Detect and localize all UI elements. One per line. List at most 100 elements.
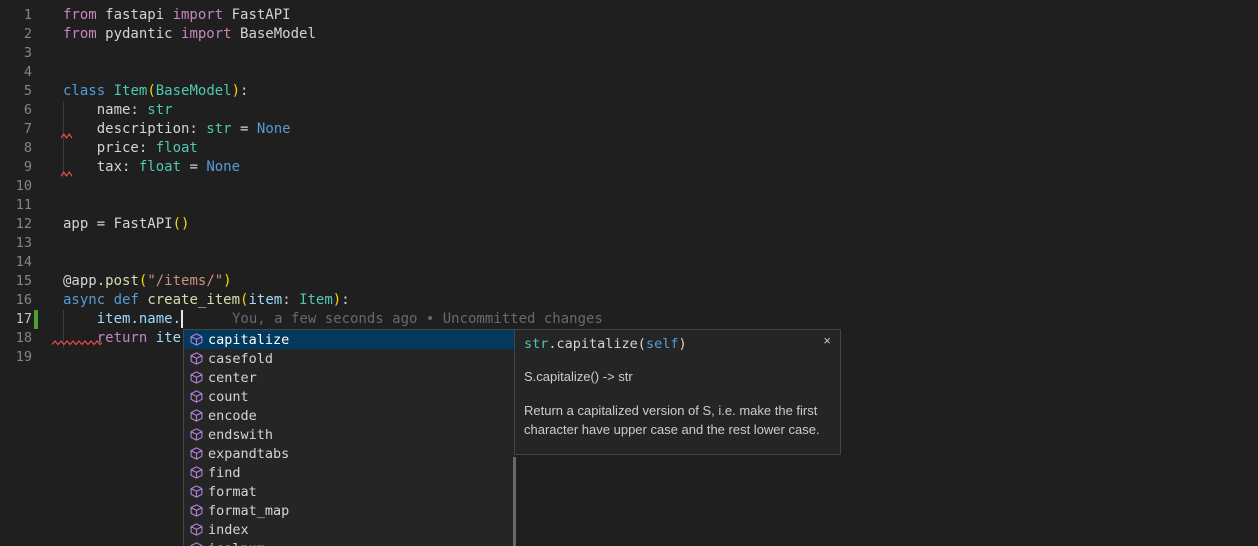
code-token: price: <box>63 140 156 156</box>
git-blame-annotation: You, a few seconds ago • Uncommitted cha… <box>232 310 603 329</box>
code-token <box>105 83 113 99</box>
docs-description: Return a capitalized version of S, i.e. … <box>524 401 831 439</box>
code-line[interactable]: @app.post("/items/") <box>63 272 232 291</box>
method-icon <box>190 466 203 479</box>
close-icon[interactable]: × <box>823 334 831 347</box>
code-line[interactable]: name: str <box>63 101 173 120</box>
code-token: description: <box>63 121 206 137</box>
code-token: ( <box>147 83 155 99</box>
code-token: ) <box>333 292 341 308</box>
line-number[interactable]: 1 <box>0 6 32 25</box>
code-line[interactable]: class Item(BaseModel): <box>63 82 248 101</box>
suggest-item-label: format_map <box>208 503 289 519</box>
method-icon <box>190 447 203 460</box>
error-squiggle <box>61 170 72 178</box>
suggest-item[interactable]: format <box>184 482 514 501</box>
signature-token: str <box>524 336 548 352</box>
suggest-item-label: capitalize <box>208 332 289 348</box>
line-number[interactable]: 19 <box>0 348 32 367</box>
code-token: : <box>240 83 248 99</box>
code-token: @app. <box>63 273 105 289</box>
suggest-item[interactable]: format_map <box>184 501 514 520</box>
line-number[interactable]: 11 <box>0 196 32 215</box>
code-token: item <box>97 311 131 327</box>
code-line[interactable]: tax: float = None <box>63 158 240 177</box>
suggest-item[interactable]: encode <box>184 406 514 425</box>
docs-header: str.capitalize(self) × <box>515 330 840 353</box>
suggest-item[interactable]: center <box>184 368 514 387</box>
code-line[interactable]: from fastapi import FastAPI <box>63 6 291 25</box>
suggest-scrollbar[interactable] <box>513 457 516 546</box>
line-number[interactable]: 5 <box>0 82 32 101</box>
line-number[interactable]: 4 <box>0 63 32 82</box>
code-token: float <box>139 159 181 175</box>
code-token: BaseModel <box>232 26 316 42</box>
code-token: None <box>257 121 291 137</box>
line-number[interactable]: 17 <box>0 310 32 329</box>
code-token: Item <box>114 83 148 99</box>
code-editor[interactable]: 12345678910111213141516171819 from fasta… <box>0 0 1258 546</box>
suggest-item[interactable]: index <box>184 520 514 539</box>
error-squiggle <box>61 132 72 140</box>
suggest-item-label: center <box>208 370 257 386</box>
code-line[interactable]: item.name. <box>63 310 181 329</box>
code-token: return <box>97 330 148 346</box>
code-token: item <box>248 292 282 308</box>
line-number[interactable]: 14 <box>0 253 32 272</box>
code-token: import <box>181 26 232 42</box>
suggest-item[interactable]: capitalize <box>184 330 514 349</box>
suggest-item[interactable]: casefold <box>184 349 514 368</box>
code-token: "/items/" <box>147 273 223 289</box>
line-number[interactable]: 18 <box>0 329 32 348</box>
code-token: app = FastAPI <box>63 216 173 232</box>
suggest-item[interactable]: isalnum <box>184 539 514 546</box>
line-number[interactable]: 2 <box>0 25 32 44</box>
code-line[interactable]: app = FastAPI() <box>63 215 189 234</box>
code-token: ) <box>232 83 240 99</box>
code-token: ite <box>156 330 181 346</box>
code-token: def <box>114 292 139 308</box>
code-token: ) <box>223 273 231 289</box>
code-token: : <box>282 292 299 308</box>
git-modified-indicator <box>34 310 38 329</box>
line-number[interactable]: 9 <box>0 158 32 177</box>
suggest-item[interactable]: endswith <box>184 425 514 444</box>
line-number[interactable]: 3 <box>0 44 32 63</box>
code-line[interactable]: price: float <box>63 139 198 158</box>
suggest-docs-panel: str.capitalize(self) × S.capitalize() ->… <box>514 329 841 455</box>
suggest-item[interactable]: expandtabs <box>184 444 514 463</box>
method-icon <box>190 542 203 546</box>
line-number[interactable]: 15 <box>0 272 32 291</box>
line-number[interactable]: 12 <box>0 215 32 234</box>
signature-token: self <box>646 336 679 352</box>
method-icon <box>190 428 203 441</box>
code-token: float <box>156 140 198 156</box>
line-number[interactable]: 7 <box>0 120 32 139</box>
code-token: () <box>173 216 190 232</box>
line-number[interactable]: 13 <box>0 234 32 253</box>
suggest-item-label: isalnum <box>208 541 265 546</box>
suggest-item-label: index <box>208 522 249 538</box>
line-number[interactable]: 6 <box>0 101 32 120</box>
line-number[interactable]: 10 <box>0 177 32 196</box>
code-token: import <box>173 7 224 23</box>
code-token: pydantic <box>97 26 181 42</box>
suggest-item[interactable]: find <box>184 463 514 482</box>
code-line[interactable]: description: str = None <box>63 120 291 139</box>
suggest-item-label: find <box>208 465 241 481</box>
code-token: from <box>63 26 97 42</box>
code-token: fastapi <box>97 7 173 23</box>
code-token: tax: <box>63 159 139 175</box>
suggest-item-label: format <box>208 484 257 500</box>
suggest-item[interactable]: count <box>184 387 514 406</box>
code-token: create_item <box>147 292 240 308</box>
line-number[interactable]: 16 <box>0 291 32 310</box>
code-line[interactable]: from pydantic import BaseModel <box>63 25 316 44</box>
code-token: . <box>173 311 181 327</box>
suggest-list[interactable]: capitalizecasefold centercountencode endsw… <box>183 329 514 546</box>
line-number[interactable]: 8 <box>0 139 32 158</box>
code-line[interactable]: async def create_item(item: Item): <box>63 291 350 310</box>
code-token: str <box>147 102 172 118</box>
suggest-item-label: endswith <box>208 427 273 443</box>
code-token: name <box>139 311 173 327</box>
